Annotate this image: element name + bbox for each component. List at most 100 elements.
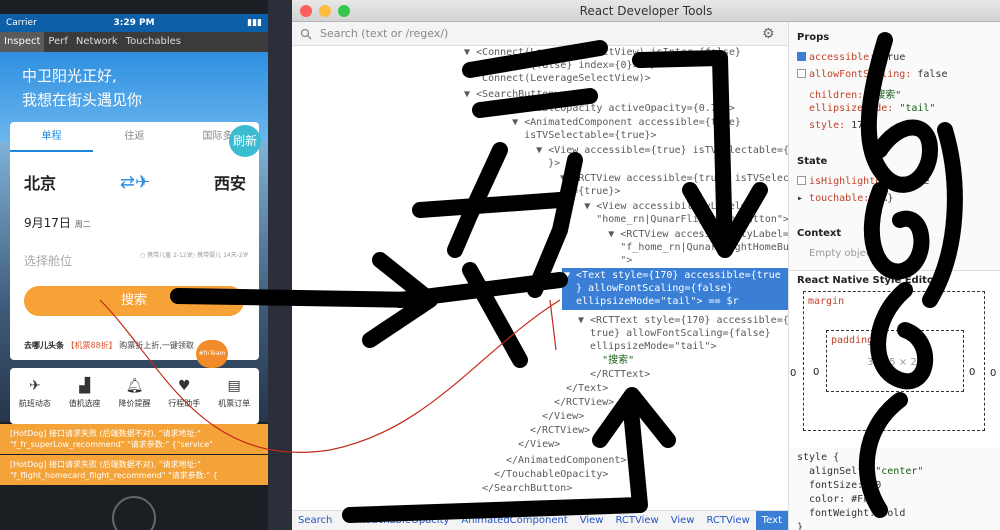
refresh-button[interactable]: 刷新 (229, 125, 261, 157)
close-icon[interactable] (300, 5, 312, 17)
tree-node[interactable]: ▼ <AnimatedComponent accessible={true} (488, 116, 741, 129)
crumb-search[interactable]: Search (292, 511, 338, 530)
selected-line: ellipsizeMode="tail"> == $r (564, 296, 739, 307)
to-city[interactable]: 西安 (214, 170, 246, 194)
trip-type-tabs: 单程 往返 国际多 (10, 122, 259, 152)
tree-text-node[interactable]: "搜索" (578, 354, 634, 367)
crumb-rctview[interactable]: RCTView (700, 511, 755, 530)
prop-value: "搜索" (869, 90, 902, 101)
inspector-tab-inspect[interactable]: Inspect (0, 32, 45, 52)
prop-children[interactable]: children: "搜索" (809, 86, 901, 101)
crumb-animated-component[interactable]: AnimatedComponent (455, 511, 573, 530)
tree-node[interactable]: ▼ <View accessible={true} isTVSelectable… (500, 144, 788, 157)
tree-node[interactable]: </SearchButton> (482, 482, 572, 495)
prop-style[interactable]: style: 170 (809, 120, 869, 131)
padding-left-value[interactable]: 0 (813, 367, 819, 378)
tree-node[interactable]: "> (536, 254, 632, 267)
crumb-text[interactable]: Text (755, 511, 788, 530)
swap-plane-icon[interactable]: ⇄✈ (120, 172, 150, 193)
banner-line-1: 中卫阳光正好, (22, 67, 117, 85)
child-option[interactable]: ○ 携带儿童 2-12岁 (140, 252, 193, 260)
tree-node[interactable]: ▼ <TouchableOpacity activeOpacity={0.75}… (476, 102, 735, 115)
tab-one-way[interactable]: 单程 (10, 122, 93, 152)
inspector-tab-perf[interactable]: Perf (44, 32, 71, 52)
cabin-select[interactable]: 选择舱位 (24, 252, 72, 269)
tool-checkin[interactable]: ▟ 值机选座 (60, 368, 110, 424)
city-row: 北京 ⇄✈ 西安 (24, 170, 246, 194)
state-touchable[interactable]: ▸ touchable: {…} (797, 193, 893, 204)
margin-right-value[interactable]: 0 (990, 368, 996, 379)
tree-node[interactable]: </AnimatedComponent> (506, 454, 626, 467)
tool-orders[interactable]: ▤ 机票订单 (209, 368, 259, 424)
departure-date[interactable]: 9月17日 周二 (24, 214, 91, 231)
prop-ellipsize-mode[interactable]: ellipsizeMode: "tail" (809, 103, 935, 114)
style-font-size[interactable]: fontSize: 20 (809, 480, 881, 491)
zoom-icon[interactable] (338, 5, 350, 17)
margin-label: margin (808, 296, 845, 307)
checkbox-icon[interactable] (797, 69, 806, 78)
padding-box: padding 0 0 395.5 × 21 (813, 330, 975, 392)
from-city[interactable]: 北京 (24, 170, 56, 194)
hotdog-error-toast[interactable]: [HotDog] 接口请求失败 (后端数据不对), "请求地址:" "f_fr_… (0, 424, 268, 454)
tree-node[interactable]: ={true}> (512, 185, 620, 198)
tree-node[interactable]: </RCTView> (554, 396, 614, 409)
tree-node[interactable]: "f_home_rn|QunarFlightHomeButtonSearch (536, 241, 788, 254)
padding-right-value[interactable]: 0 (969, 367, 975, 378)
tree-node[interactable]: "home_rn|QunarFlightHomeButton"> (524, 213, 788, 226)
tree-node[interactable]: ▼ <Connect(LeverageSelectView) isInter={… (464, 46, 741, 59)
tree-node[interactable]: Connect(LeverageSelectView)> (464, 72, 651, 85)
tree-node[interactable]: ▼ <RCTView accessible={true} isTVSelecta… (512, 172, 788, 185)
inspector-tab-network[interactable]: Network (72, 32, 122, 52)
date-value: 9月17日 (24, 216, 71, 230)
prop-accessible[interactable]: accessible: true (797, 52, 905, 63)
tree-node[interactable]: </View> (518, 438, 560, 451)
ios-status-bar: Carrier 3:29 PM ▮▮▮ (0, 14, 268, 32)
tree-node[interactable]: ▼ <RCTText style={170} accessible={ (578, 314, 788, 327)
gear-icon[interactable]: ⚙ (762, 26, 775, 42)
crumb-touchable-opacity[interactable]: TouchableOpacity (355, 511, 456, 530)
receipt-icon: ▤ (227, 378, 241, 394)
tree-node[interactable]: </View> (542, 410, 584, 423)
tree-node[interactable]: isTVSelectable={true}> (488, 129, 656, 142)
devtools-window: React Developer Tools Search (text or /r… (292, 0, 1000, 530)
checkbox-icon[interactable] (797, 176, 806, 185)
selected-tree-node[interactable]: ▼ <Text style={170} accessible={true } a… (562, 268, 788, 310)
tree-node[interactable]: </RCTText> (578, 368, 650, 381)
tree-search-input[interactable]: Search (text or /regex/) (292, 22, 788, 46)
minimize-icon[interactable] (319, 5, 331, 17)
tool-flight-status[interactable]: ✈ 航班动态 (10, 368, 60, 424)
inspector-tab-touchables[interactable]: Touchables (122, 32, 185, 52)
style-align-self[interactable]: alignSelf: "center" (809, 466, 923, 477)
style-color[interactable]: color: #FFF (809, 494, 875, 505)
tool-label: 机票订单 (218, 399, 251, 408)
tree-node[interactable]: </Text> (566, 382, 608, 395)
expand-arrow-icon[interactable]: ▸ (797, 193, 809, 204)
tree-node[interactable]: }> (500, 157, 560, 170)
tree-node[interactable]: true} allowFontScaling={false} (578, 327, 771, 340)
style-open: style { (797, 452, 840, 463)
crumb-view[interactable]: View (665, 511, 701, 530)
clock: 3:29 PM (113, 18, 155, 28)
tool-trip-helper[interactable]: ♥ 行程助手 (159, 368, 209, 424)
checkbox-icon[interactable] (797, 52, 806, 61)
tree-node[interactable]: </TouchableOpacity> (494, 468, 608, 481)
infant-option[interactable]: ○ 携带婴儿 14天-2岁 (190, 252, 249, 260)
tool-price-alert[interactable]: 🔔︎ 降价提醒 (110, 368, 160, 424)
tree-node[interactable]: </RCTView> (530, 424, 590, 437)
tree-node[interactable]: ▼ <View accessibilityLabel= (524, 200, 747, 213)
tab-round-trip[interactable]: 往返 (93, 122, 176, 152)
prop-allow-font-scaling[interactable]: allowFontScaling: false (797, 69, 947, 80)
home-button[interactable] (112, 496, 156, 530)
tree-node[interactable]: ▼ <SearchButton> (464, 88, 560, 101)
margin-left-value[interactable]: 0 (790, 368, 796, 379)
crumb-view[interactable]: View (574, 511, 610, 530)
state-is-highlighted[interactable]: isHighlighted: false (797, 176, 929, 187)
tree-node[interactable]: isRound={false} index={0}>…</ (464, 59, 657, 72)
tree-node[interactable]: ellipsizeMode="tail"> (578, 340, 716, 353)
window-titlebar: React Developer Tools (292, 0, 1000, 22)
tree-node[interactable]: ▼ <RCTView accessibilityLabel= (536, 228, 788, 241)
search-button[interactable]: 搜索 (24, 286, 244, 316)
style-font-weight[interactable]: fontWeight: bold (809, 508, 905, 519)
hotdog-error-toast[interactable]: [HotDog] 接口请求失败 (后端数据不对), "请求地址:" "f_fli… (0, 455, 268, 485)
crumb-rctview[interactable]: RCTView (609, 511, 664, 530)
